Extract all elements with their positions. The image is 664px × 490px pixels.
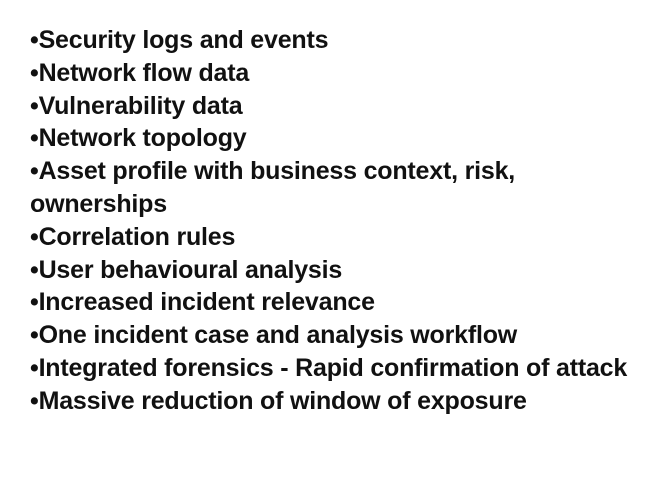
bullet-dot: • [30, 26, 39, 54]
bullet-text: Correlation rules [38, 222, 236, 251]
bullet-item: •Asset profile with business context, ri… [30, 155, 640, 221]
bullet-text: Network topology [38, 124, 247, 153]
bullet-text: Increased incident relevance [38, 288, 375, 317]
bullet-dot: • [30, 91, 39, 120]
bullet-dot: • [30, 255, 39, 284]
bullet-item: •Vulnerability data [30, 90, 640, 123]
bullet-text: Integrated forensics - Rapid confirmatio… [38, 353, 628, 382]
bullet-text: One incident case and analysis workflow [38, 321, 518, 350]
bullet-dot: • [30, 321, 39, 350]
bullet-item: •Increased incident relevance [30, 286, 640, 319]
bullet-item: •Security logs and events [30, 24, 640, 57]
bullet-list: •Security logs and events •Network flow … [30, 24, 640, 418]
bullet-text: Massive reduction of window of exposure [38, 386, 527, 415]
bullet-item: •Correlation rules [30, 221, 640, 254]
bullet-dot: • [30, 288, 39, 317]
slide: •Security logs and events •Network flow … [0, 0, 664, 490]
bullet-item: •Network flow data [30, 57, 640, 90]
bullet-item: •Network topology [30, 122, 640, 155]
bullet-dot: • [30, 353, 39, 382]
bullet-text: Security logs and events [38, 26, 329, 54]
bullet-dot: • [30, 386, 39, 415]
bullet-text: User behavioural analysis [38, 255, 343, 284]
bullet-item: •Integrated forensics - Rapid confirmati… [30, 352, 640, 385]
bullet-dot: • [30, 124, 39, 153]
bullet-dot: • [30, 222, 39, 251]
bullet-text: Asset profile with business context, ris… [30, 157, 516, 218]
bullet-item: •Massive reduction of window of exposure [30, 385, 640, 418]
bullet-text: Network flow data [38, 58, 250, 87]
bullet-dot: • [30, 58, 39, 87]
bullet-item: •One incident case and analysis workflow [30, 319, 640, 352]
bullet-text: Vulnerability data [38, 91, 243, 120]
bullet-item: •User behavioural analysis [30, 254, 640, 287]
bullet-dot: • [30, 157, 39, 186]
